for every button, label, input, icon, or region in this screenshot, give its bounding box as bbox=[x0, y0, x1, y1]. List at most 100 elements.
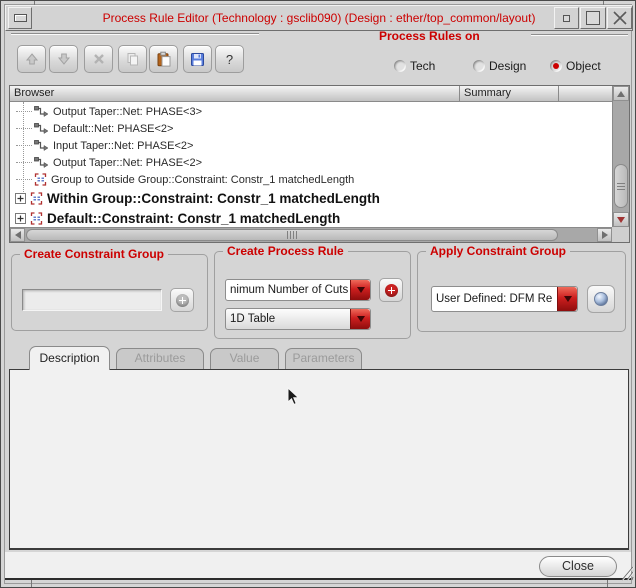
mouse-cursor bbox=[287, 387, 300, 406]
expand-icon[interactable] bbox=[15, 193, 26, 204]
plus-icon bbox=[175, 293, 189, 307]
create-process-rule-label: Create Process Rule bbox=[223, 244, 348, 258]
tree-connector bbox=[16, 145, 32, 146]
tree-item-label: Output Taper::Net: PHASE<3> bbox=[53, 105, 202, 118]
thumb-grip bbox=[287, 231, 288, 239]
delete-button[interactable] bbox=[84, 45, 113, 73]
copy-button[interactable] bbox=[118, 45, 147, 73]
radio-design[interactable] bbox=[473, 60, 485, 72]
tree-row[interactable]: Default::Net: PHASE<2> bbox=[10, 120, 612, 137]
paste-button[interactable] bbox=[149, 45, 178, 73]
titlebar[interactable]: Process Rule Editor (Technology : gsclib… bbox=[5, 5, 633, 31]
tree-item-label: Input Taper::Net: PHASE<2> bbox=[53, 139, 194, 152]
frame-joint bbox=[607, 579, 608, 587]
column-header-filler bbox=[559, 86, 612, 102]
tree-row[interactable]: Input Taper::Net: PHASE<2> bbox=[10, 137, 612, 154]
help-button[interactable]: ? bbox=[215, 45, 244, 73]
close-window-button[interactable] bbox=[607, 7, 632, 29]
browser-header: Browser Summary bbox=[10, 86, 612, 102]
constraint-group-name-input[interactable] bbox=[22, 289, 162, 311]
tab-value[interactable]: Value bbox=[210, 348, 279, 369]
move-down-button[interactable] bbox=[49, 45, 78, 73]
horizontal-scrollbar[interactable] bbox=[10, 227, 612, 242]
apply-button[interactable] bbox=[587, 285, 615, 313]
thumb-grip bbox=[296, 231, 297, 239]
tab-attributes[interactable]: Attributes bbox=[116, 348, 204, 369]
create-process-rule-box: Create Process Rule nimum Number of Cuts… bbox=[214, 244, 411, 339]
radio-design-label: Design bbox=[489, 59, 527, 73]
resize-grip[interactable] bbox=[620, 565, 634, 581]
browser-panel: Browser Summary Output Taper::Net: PHASE… bbox=[9, 85, 630, 243]
scroll-right-button[interactable] bbox=[597, 228, 612, 242]
radio-tech-label: Tech bbox=[410, 59, 436, 73]
net-icon bbox=[34, 140, 49, 151]
tree-row[interactable]: Output Taper::Net: PHASE<3> bbox=[10, 103, 612, 120]
tree-connector bbox=[16, 179, 32, 180]
arrow-up-icon bbox=[25, 53, 38, 65]
column-header-browser[interactable]: Browser bbox=[10, 86, 460, 102]
radio-object[interactable] bbox=[550, 60, 562, 72]
tree-item-label: Output Taper::Net: PHASE<2> bbox=[53, 156, 202, 169]
table-type-dropdown[interactable]: 1D Table bbox=[225, 308, 371, 330]
toolbar-separator bbox=[11, 33, 259, 35]
chevron-down-icon[interactable] bbox=[557, 287, 577, 311]
apply-constraint-group-box: Apply Constraint Group User Defined: DFM… bbox=[417, 244, 626, 332]
horizontal-scroll-thumb[interactable] bbox=[26, 229, 558, 241]
scroll-up-button[interactable] bbox=[613, 86, 629, 101]
close-icon bbox=[612, 11, 627, 25]
tree-item-label: Group to Outside Group::Constraint: Cons… bbox=[51, 173, 355, 186]
tree-row[interactable]: Within Group::Constraint: Constr_1 match… bbox=[10, 189, 612, 208]
thumb-grip bbox=[290, 231, 291, 239]
constraint-group-dropdown[interactable]: User Defined: DFM Re bbox=[431, 286, 578, 312]
frame-joint bbox=[31, 579, 32, 587]
constraint-icon bbox=[30, 212, 43, 225]
minimize-icon bbox=[563, 14, 570, 22]
plus-icon bbox=[384, 283, 398, 297]
x-icon bbox=[93, 54, 104, 64]
tree-row[interactable]: Output Taper::Net: PHASE<2> bbox=[10, 154, 612, 171]
radio-object-label: Object bbox=[566, 59, 601, 73]
scroll-down-button[interactable] bbox=[613, 212, 629, 227]
scroll-left-button[interactable] bbox=[10, 228, 25, 242]
column-header-summary[interactable]: Summary bbox=[460, 86, 559, 102]
add-process-rule-button[interactable] bbox=[379, 278, 403, 302]
vertical-scroll-thumb[interactable] bbox=[614, 164, 628, 208]
help-icon: ? bbox=[225, 51, 234, 67]
maximize-button[interactable] bbox=[580, 7, 606, 29]
tab-description[interactable]: Description bbox=[29, 346, 110, 370]
arrow-down-icon bbox=[57, 53, 70, 65]
thumb-grip bbox=[617, 182, 625, 184]
add-constraint-group-button[interactable] bbox=[170, 288, 194, 312]
chevron-down-icon[interactable] bbox=[350, 309, 370, 329]
close-button[interactable]: Close bbox=[539, 556, 617, 577]
tree-item-label: Default::Constraint: Constr_1 matchedLen… bbox=[47, 211, 341, 226]
save-icon bbox=[191, 52, 204, 66]
constraint-icon bbox=[34, 173, 47, 186]
apply-sphere-icon bbox=[594, 292, 608, 306]
scroll-up-icon bbox=[617, 90, 625, 97]
save-button[interactable] bbox=[183, 45, 212, 73]
browser-tree[interactable]: Output Taper::Net: PHASE<3> Default::Net… bbox=[10, 102, 612, 227]
create-constraint-group-box: Create Constraint Group bbox=[11, 247, 208, 331]
rule-type-dropdown[interactable]: nimum Number of Cuts bbox=[225, 279, 371, 301]
process-rules-frame-line bbox=[531, 34, 628, 36]
description-tab-panel bbox=[9, 369, 629, 550]
expand-icon[interactable] bbox=[15, 213, 26, 224]
tree-row[interactable]: Default::Constraint: Constr_1 matchedLen… bbox=[10, 209, 612, 227]
tab-parameters[interactable]: Parameters bbox=[285, 348, 362, 369]
net-icon bbox=[34, 123, 49, 134]
process-rule-editor-window: Process Rule Editor (Technology : gsclib… bbox=[0, 0, 636, 588]
chevron-down-icon[interactable] bbox=[350, 280, 370, 300]
radio-tech[interactable] bbox=[394, 60, 406, 72]
vertical-scrollbar[interactable] bbox=[612, 86, 629, 227]
tree-item-label: Within Group::Constraint: Constr_1 match… bbox=[47, 191, 380, 206]
process-rules-on-label: Process Rules on bbox=[379, 29, 480, 43]
constraint-icon bbox=[30, 192, 43, 205]
minimize-button[interactable] bbox=[554, 7, 579, 29]
thumb-grip bbox=[617, 188, 625, 190]
move-up-button[interactable] bbox=[17, 45, 46, 73]
scroll-left-icon bbox=[14, 231, 21, 239]
tree-row[interactable]: Group to Outside Group::Constraint: Cons… bbox=[10, 171, 612, 188]
maximize-icon bbox=[586, 11, 600, 25]
tree-connector bbox=[16, 128, 32, 129]
